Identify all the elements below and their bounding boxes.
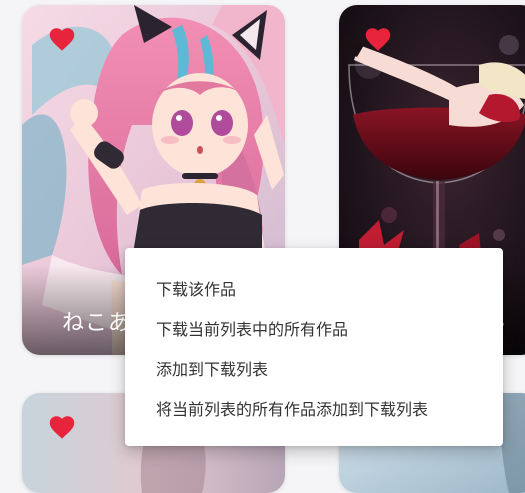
- favorite-heart-icon[interactable]: [48, 26, 76, 52]
- menu-item-add-all-to-download-list[interactable]: 将当前列表的所有作品添加到下载列表: [125, 388, 503, 428]
- context-menu: 下载该作品 下载当前列表中的所有作品 添加到下载列表 将当前列表的所有作品添加到…: [125, 248, 503, 446]
- favorite-heart-icon[interactable]: [364, 26, 392, 52]
- menu-item-download-artwork[interactable]: 下载该作品: [125, 268, 503, 308]
- menu-item-download-all-in-list[interactable]: 下载当前列表中的所有作品: [125, 308, 503, 348]
- menu-item-add-to-download-list[interactable]: 添加到下载列表: [125, 348, 503, 388]
- artwork-title: ねこあ: [62, 311, 132, 336]
- favorite-heart-icon[interactable]: [48, 414, 76, 440]
